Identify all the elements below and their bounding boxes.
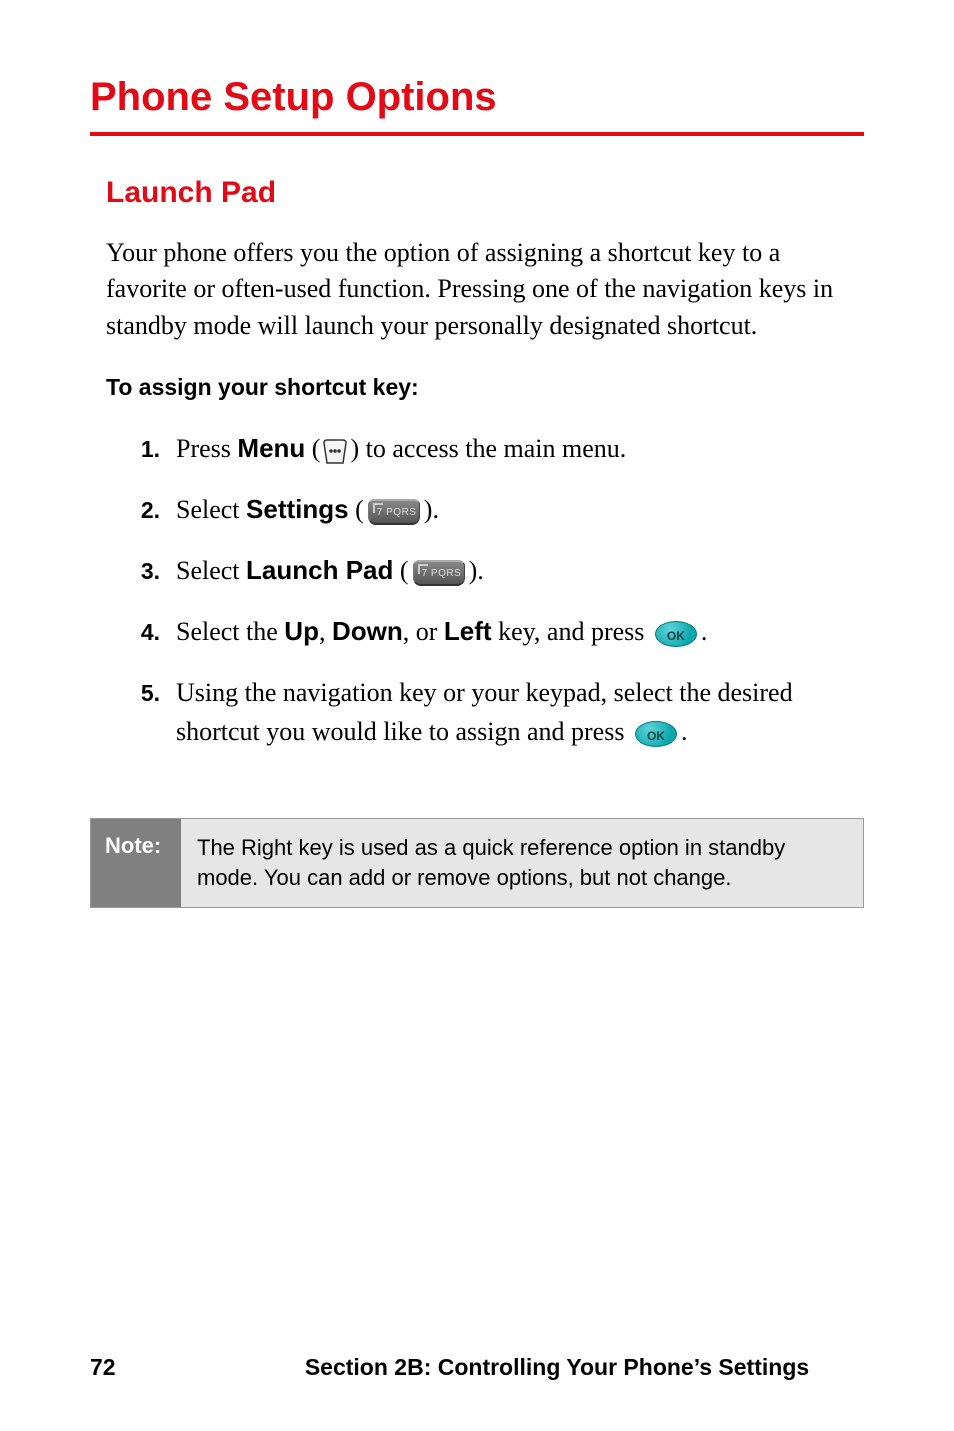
bold-settings: Settings	[246, 494, 349, 524]
text-segment: key, and press	[492, 617, 651, 646]
step-number: 5.	[130, 673, 176, 711]
manual-page: Phone Setup Options Launch Pad Your phon…	[0, 0, 954, 1431]
section-heading-launch-pad: Launch Pad	[106, 176, 864, 210]
bold-menu: Menu	[237, 433, 305, 463]
step-text: Press Menu ( ) to access the main menu.	[176, 429, 864, 468]
text-segment: (	[305, 434, 320, 463]
step-number: 4.	[130, 612, 176, 650]
step-1: 1. Press Menu ( ) to access the main menu…	[130, 429, 864, 468]
text-segment: ) to access the main menu.	[350, 434, 626, 463]
bold-up: Up	[284, 616, 319, 646]
text-segment: , or	[403, 617, 444, 646]
text-segment: ,	[319, 617, 332, 646]
step-text: Select Settings (7 PQRS).	[176, 490, 864, 529]
note-box: Note: The Right key is used as a quick r…	[90, 818, 864, 907]
footer-section-title: Section 2B: Controlling Your Phone’s Set…	[250, 1354, 864, 1381]
text-segment: .	[701, 617, 708, 646]
text-segment: (	[349, 495, 364, 524]
note-label: Note:	[91, 819, 181, 906]
text-segment: Press	[176, 434, 237, 463]
step-text: Select Launch Pad (7 PQRS).	[176, 551, 864, 590]
step-2: 2. Select Settings (7 PQRS).	[130, 490, 864, 529]
text-segment: Select the	[176, 617, 284, 646]
step-number: 3.	[130, 551, 176, 589]
note-text: The Right key is used as a quick referen…	[181, 819, 863, 906]
step-4: 4. Select the Up, Down, or Left key, and…	[130, 612, 864, 651]
text-segment: Select	[176, 556, 246, 585]
step-number: 2.	[130, 490, 176, 528]
text-segment: (	[393, 556, 408, 585]
key-7-icon: 7 PQRS	[368, 499, 420, 525]
step-text: Using the navigation key or your keypad,…	[176, 673, 864, 751]
key-label: 7 PQRS	[422, 566, 462, 581]
steps-list: 1. Press Menu ( ) to access the main menu…	[130, 429, 864, 773]
text-segment: ).	[424, 495, 439, 524]
dots-icon	[321, 437, 349, 465]
step-5: 5. Using the navigation key or your keyp…	[130, 673, 864, 751]
bold-down: Down	[332, 616, 403, 646]
text-segment: ).	[469, 556, 484, 585]
text-segment: Select	[176, 495, 246, 524]
page-number: 72	[90, 1354, 250, 1381]
ok-label: OK	[636, 727, 676, 745]
page-title: Phone Setup Options	[90, 75, 864, 136]
ok-label: OK	[656, 627, 696, 645]
key-7-icon: 7 PQRS	[413, 560, 465, 586]
step-3: 3. Select Launch Pad (7 PQRS).	[130, 551, 864, 590]
bold-launch-pad: Launch Pad	[246, 555, 393, 585]
step-number: 1.	[130, 429, 176, 467]
intro-paragraph: Your phone offers you the option of assi…	[106, 235, 864, 344]
key-label: 7 PQRS	[377, 505, 417, 520]
ok-icon: OK	[655, 621, 697, 647]
text-segment: Using the navigation key or your keypad,…	[176, 678, 793, 746]
text-segment: .	[681, 717, 688, 746]
ok-icon: OK	[635, 721, 677, 747]
page-footer: 72 Section 2B: Controlling Your Phone’s …	[90, 1354, 864, 1381]
bold-left: Left	[444, 616, 492, 646]
sub-heading: To assign your shortcut key:	[106, 374, 864, 401]
step-text: Select the Up, Down, or Left key, and pr…	[176, 612, 864, 651]
